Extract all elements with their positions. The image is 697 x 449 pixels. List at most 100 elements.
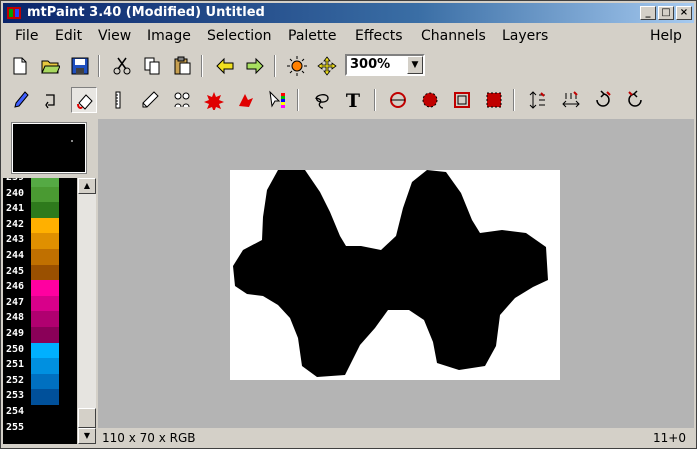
- palette-row[interactable]: 244: [3, 249, 77, 265]
- palette-row[interactable]: 255: [3, 420, 77, 437]
- menu-palette[interactable]: Palette: [288, 28, 337, 44]
- flip-vertical-icon[interactable]: [524, 87, 550, 113]
- window-title: mtPaint 3.40 (Modified) Untitled: [27, 5, 265, 20]
- undo-arrow-icon[interactable]: [212, 53, 238, 79]
- minimize-button[interactable]: _: [640, 6, 656, 20]
- palette-row[interactable]: 251: [3, 358, 77, 375]
- palette-swatch[interactable]: [31, 327, 59, 343]
- select-polygon-icon[interactable]: [233, 87, 259, 113]
- palette-row[interactable]: 252: [3, 373, 77, 390]
- open-folder-icon[interactable]: [37, 53, 63, 79]
- palette-swatch[interactable]: [31, 342, 59, 359]
- palette-row[interactable]: 240: [3, 186, 77, 203]
- menu-effects[interactable]: Effects: [355, 28, 403, 44]
- cut-icon[interactable]: [109, 53, 135, 79]
- menu-edit[interactable]: Edit: [55, 28, 82, 44]
- rect-outline-icon[interactable]: [449, 87, 475, 113]
- menu-view[interactable]: View: [98, 28, 131, 44]
- title-bar[interactable]: mtPaint 3.40 (Modified) Untitled _ □ ×: [3, 3, 694, 23]
- clone-icon[interactable]: [169, 87, 195, 113]
- palette-swatch[interactable]: [31, 202, 59, 219]
- paint-brush-icon[interactable]: [7, 87, 33, 113]
- palette-index: 243: [6, 234, 25, 246]
- scroll-down-button[interactable]: ▼: [78, 428, 96, 444]
- zoom-dropdown-button[interactable]: ▼: [407, 56, 423, 74]
- save-icon[interactable]: [67, 53, 93, 79]
- rotate-anticlockwise-icon[interactable]: [622, 87, 648, 113]
- zoom-value: 300%: [350, 57, 391, 72]
- blob-shape: [233, 170, 548, 377]
- palette-swatch[interactable]: [31, 311, 59, 328]
- menu-image[interactable]: Image: [147, 28, 191, 44]
- palette-row[interactable]: 250: [3, 342, 77, 359]
- palette-swatch[interactable]: [31, 358, 59, 375]
- palette-index: 249: [6, 328, 25, 339]
- close-button[interactable]: ×: [676, 6, 692, 20]
- color-preview[interactable]: [11, 122, 87, 174]
- palette-swatch[interactable]: [31, 264, 59, 281]
- maximize-button[interactable]: □: [658, 6, 674, 20]
- new-file-icon[interactable]: [7, 53, 33, 79]
- copy-icon[interactable]: [139, 53, 165, 79]
- line-icon[interactable]: [105, 87, 131, 113]
- palette-row[interactable]: 247: [3, 295, 77, 312]
- rect-fill-icon[interactable]: [481, 87, 507, 113]
- menu-layers[interactable]: Layers: [502, 28, 548, 44]
- image-canvas[interactable]: [230, 170, 560, 380]
- palette-row[interactable]: 249: [3, 327, 77, 343]
- smudge-icon[interactable]: [137, 87, 163, 113]
- select-rectangle-icon[interactable]: [201, 87, 227, 113]
- pan-move-icon[interactable]: [314, 53, 340, 79]
- shuffle-icon[interactable]: [39, 87, 65, 113]
- palette-index: 250: [6, 343, 25, 355]
- palette-swatch[interactable]: [31, 280, 59, 297]
- menu-channels[interactable]: Channels: [421, 28, 486, 44]
- palette-swatch[interactable]: [31, 389, 59, 406]
- menu-help[interactable]: Help: [650, 28, 682, 44]
- palette-index: 242: [6, 218, 25, 230]
- palette-swatch[interactable]: [31, 186, 59, 203]
- menu-selection[interactable]: Selection: [207, 28, 272, 44]
- svg-text:T: T: [346, 90, 360, 110]
- palette-swatch[interactable]: [31, 249, 59, 265]
- paste-icon[interactable]: [169, 53, 195, 79]
- palette-index: 255: [6, 421, 25, 433]
- palette-scrollbar[interactable]: ▲ ▼: [78, 178, 96, 444]
- mtpaint-window: mtPaint 3.40 (Modified) Untitled _ □ × F…: [0, 0, 697, 449]
- palette-swatch[interactable]: [31, 233, 59, 250]
- palette-row[interactable]: 253: [3, 389, 77, 406]
- palette-row[interactable]: 242: [3, 217, 77, 234]
- pointer-color-icon[interactable]: [265, 87, 291, 113]
- text-icon[interactable]: T: [340, 87, 366, 113]
- scroll-up-button[interactable]: ▲: [78, 178, 96, 194]
- brightness-sun-icon[interactable]: [284, 53, 310, 79]
- palette-index: 244: [6, 250, 25, 261]
- redo-arrow-icon[interactable]: [242, 53, 268, 79]
- palette-index: 253: [6, 390, 25, 402]
- palette-list[interactable]: 239 240 241 242 243 244 245 246 247 248 249 250 251 2…: [3, 178, 77, 444]
- palette-row[interactable]: 243: [3, 233, 77, 250]
- palette-swatch[interactable]: [31, 420, 59, 437]
- palette-row[interactable]: 248: [3, 311, 77, 328]
- flood-fill-icon[interactable]: [71, 87, 97, 113]
- scroll-thumb[interactable]: [78, 408, 96, 428]
- menu-file[interactable]: File: [15, 28, 38, 44]
- palette-swatch[interactable]: [31, 405, 59, 421]
- zoom-select[interactable]: 300% ▼: [345, 54, 425, 76]
- ellipse-outline-icon[interactable]: [385, 87, 411, 113]
- palette-swatch[interactable]: [31, 295, 59, 312]
- flip-horizontal-icon[interactable]: [558, 87, 584, 113]
- palette-index: 245: [6, 265, 25, 277]
- palette-row[interactable]: 246: [3, 280, 77, 297]
- palette-swatch[interactable]: [31, 217, 59, 234]
- rotate-clockwise-icon[interactable]: [590, 87, 616, 113]
- canvas-area[interactable]: [98, 119, 694, 428]
- palette-row[interactable]: 254: [3, 405, 77, 421]
- ellipse-fill-icon[interactable]: [417, 87, 443, 113]
- palette-row[interactable]: 245: [3, 264, 77, 281]
- lasso-icon[interactable]: [308, 87, 334, 113]
- palette-row[interactable]: 241: [3, 202, 77, 219]
- palette-swatch[interactable]: [31, 373, 59, 390]
- palette-index: 239: [6, 178, 24, 183]
- app-icon: [7, 7, 21, 19]
